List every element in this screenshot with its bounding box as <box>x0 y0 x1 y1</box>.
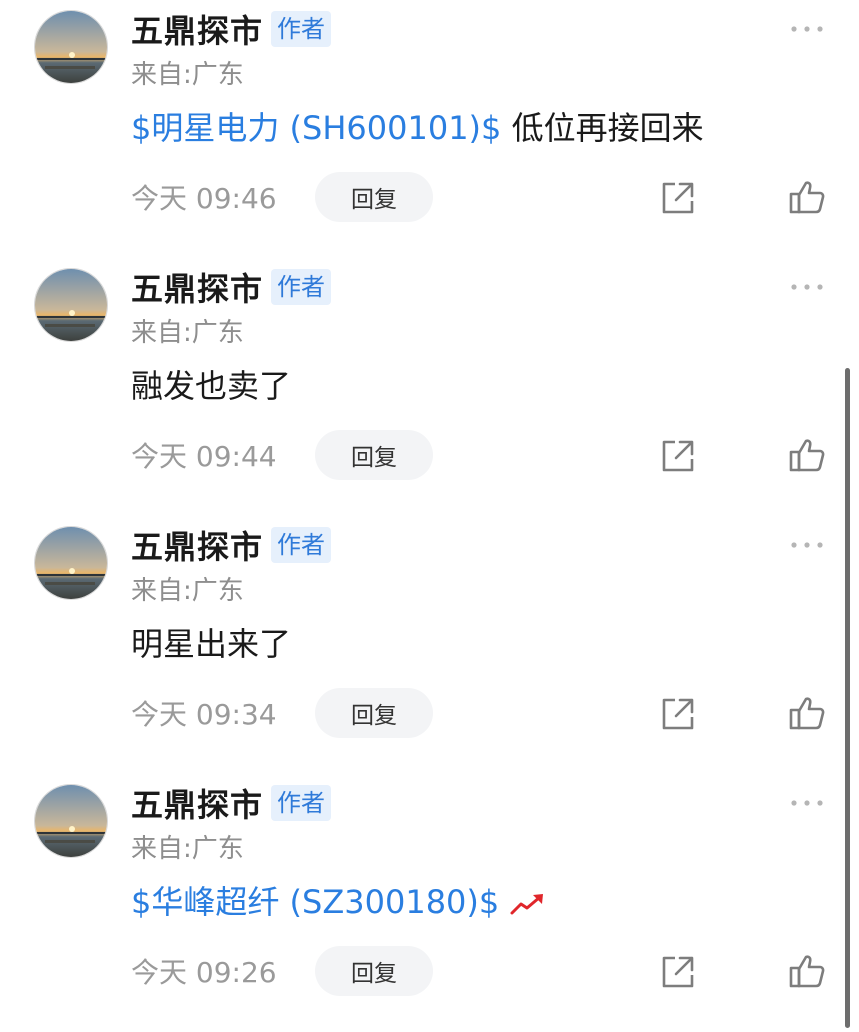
share-icon[interactable] <box>660 954 696 990</box>
timestamp: 今天 09:44 <box>131 440 277 473</box>
comment-text: 明星出来了 <box>131 625 292 663</box>
author-row: 五鼎探市 作者 <box>131 264 332 310</box>
author-row: 五鼎探市 作者 <box>131 780 332 826</box>
author-badge: 作者 <box>271 269 332 305</box>
trend-up-icon <box>510 894 544 915</box>
location-text: 来自:广东 <box>131 576 244 606</box>
comment-footer: 今天 09:26 回复 <box>131 946 433 996</box>
more-dots-icon[interactable] <box>789 282 825 292</box>
avatar[interactable] <box>34 268 108 342</box>
reply-button[interactable]: 回复 <box>315 946 433 996</box>
thumbs-up-icon[interactable] <box>788 178 826 216</box>
comment-footer: 今天 09:34 回复 <box>131 688 433 738</box>
stock-link[interactable]: $华峰超纤 (SZ300180)$ <box>131 883 499 921</box>
location-text: 来自:广东 <box>131 318 244 348</box>
author-row: 五鼎探市 作者 <box>131 6 332 52</box>
author-row: 五鼎探市 作者 <box>131 522 332 568</box>
share-icon[interactable] <box>660 696 696 732</box>
author-name[interactable]: 五鼎探市 <box>131 522 263 568</box>
comment-footer: 今天 09:46 回复 <box>131 172 433 222</box>
thumbs-up-icon[interactable] <box>788 436 826 474</box>
reply-button[interactable]: 回复 <box>315 430 433 480</box>
comment-body: 低位再接回来 <box>501 109 704 147</box>
scrollbar[interactable] <box>845 368 850 1028</box>
share-icon[interactable] <box>660 438 696 474</box>
comment-feed: 五鼎探市 作者 来自:广东 $明星电力 (SH600101)$ 低位再接回来 今… <box>0 0 859 1032</box>
author-name[interactable]: 五鼎探市 <box>131 264 263 310</box>
comment-text: $华峰超纤 (SZ300180)$ <box>131 880 547 924</box>
comment-item: 五鼎探市 作者 来自:广东 $华峰超纤 (SZ300180)$ 今天 09:26… <box>0 774 859 1032</box>
comment-text: 融发也卖了 <box>131 367 292 405</box>
author-badge: 作者 <box>271 785 332 821</box>
reply-button[interactable]: 回复 <box>315 172 433 222</box>
comment-footer: 今天 09:44 回复 <box>131 430 433 480</box>
location-text: 来自:广东 <box>131 834 244 864</box>
avatar[interactable] <box>34 10 108 84</box>
stock-link[interactable]: $明星电力 (SH600101)$ <box>131 109 501 147</box>
more-dots-icon[interactable] <box>789 24 825 34</box>
location-text: 来自:广东 <box>131 60 244 90</box>
author-name[interactable]: 五鼎探市 <box>131 780 263 826</box>
more-dots-icon[interactable] <box>789 540 825 550</box>
share-icon[interactable] <box>660 180 696 216</box>
comment-item: 五鼎探市 作者 来自:广东 融发也卖了 今天 09:44 回复 <box>0 258 859 516</box>
author-name[interactable]: 五鼎探市 <box>131 6 263 52</box>
more-dots-icon[interactable] <box>789 798 825 808</box>
timestamp: 今天 09:34 <box>131 698 277 731</box>
reply-button[interactable]: 回复 <box>315 688 433 738</box>
thumbs-up-icon[interactable] <box>788 694 826 732</box>
author-badge: 作者 <box>271 11 332 47</box>
timestamp: 今天 09:26 <box>131 956 277 989</box>
comment-text: $明星电力 (SH600101)$ 低位再接回来 <box>131 106 704 150</box>
thumbs-up-icon[interactable] <box>788 952 826 990</box>
avatar[interactable] <box>34 526 108 600</box>
comment-item: 五鼎探市 作者 来自:广东 $明星电力 (SH600101)$ 低位再接回来 今… <box>0 0 859 258</box>
author-badge: 作者 <box>271 527 332 563</box>
timestamp: 今天 09:46 <box>131 182 277 215</box>
avatar[interactable] <box>34 784 108 858</box>
comment-item: 五鼎探市 作者 来自:广东 明星出来了 今天 09:34 回复 <box>0 516 859 774</box>
